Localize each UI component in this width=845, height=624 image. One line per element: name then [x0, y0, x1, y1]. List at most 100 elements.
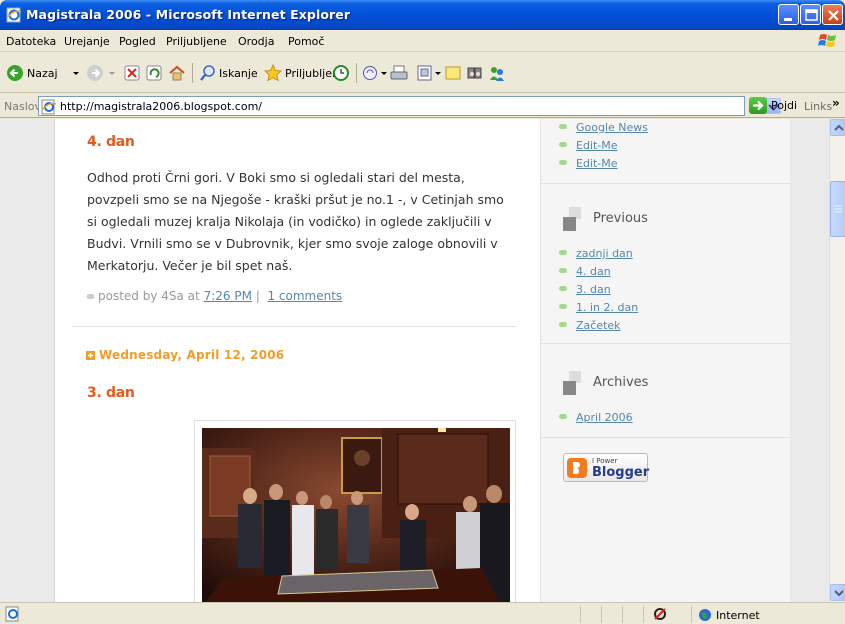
sidebar-link-google-news[interactable]: Google News	[559, 121, 648, 134]
close-icon	[828, 10, 839, 21]
links-button[interactable]: Links	[804, 100, 832, 113]
forward-button[interactable]	[86, 64, 104, 82]
sidebar-link-previous[interactable]: 4. dan	[559, 265, 611, 278]
messenger-icon	[490, 67, 504, 81]
back-button[interactable]: Nazaj	[6, 64, 58, 82]
menu-bar: Datoteka Urejanje Pogled Priljubljene Or…	[0, 30, 845, 52]
scroll-thumb[interactable]	[830, 181, 845, 237]
minimize-icon	[784, 18, 792, 21]
post-time-link[interactable]: 7:26 PM	[204, 289, 252, 303]
minimize-button[interactable]	[778, 4, 799, 25]
research-button[interactable]	[466, 64, 484, 82]
forward-dropdown[interactable]	[108, 64, 116, 82]
status-pane	[601, 606, 621, 623]
bullet-icon	[559, 142, 567, 147]
refresh-icon	[146, 65, 162, 81]
footer-bullet-icon	[87, 294, 94, 299]
ie-page-icon	[41, 99, 57, 115]
menu-priljubljene[interactable]: Priljubljene	[166, 35, 227, 48]
print-button[interactable]	[390, 64, 408, 82]
sidebar-divider	[541, 343, 790, 344]
sidebar-link-previous[interactable]: zadnji dan	[559, 247, 633, 260]
chevron-down-icon	[381, 72, 387, 75]
museum-photo-image	[202, 428, 510, 602]
menu-pomoc[interactable]: Pomoč	[288, 35, 324, 48]
chevron-down-icon	[109, 72, 115, 75]
menu-orodja[interactable]: Orodja	[238, 35, 274, 48]
bullet-icon	[559, 160, 567, 165]
status-pane	[622, 606, 642, 623]
back-dropdown[interactable]	[72, 64, 80, 82]
refresh-button[interactable]	[146, 64, 162, 82]
go-arrow-icon	[749, 97, 767, 114]
scroll-up-button[interactable]	[830, 119, 845, 136]
bullet-icon	[559, 322, 567, 327]
status-pane	[580, 606, 600, 623]
edit-page-icon	[417, 65, 432, 81]
menu-urejanje[interactable]: Urejanje	[64, 35, 110, 48]
post-title[interactable]: 3. dan	[87, 385, 135, 401]
bullet-icon	[559, 268, 567, 273]
forward-arrow-icon	[87, 65, 103, 81]
scroll-down-button[interactable]	[830, 584, 845, 601]
sidebar-divider	[541, 437, 790, 438]
sidebar-link-previous[interactable]: 3. dan	[559, 283, 611, 296]
chevron-down-icon	[73, 72, 79, 75]
menu-pogled[interactable]: Pogled	[119, 35, 156, 48]
search-icon	[200, 65, 215, 81]
address-url: http://magistrala2006.blogspot.com/	[60, 100, 262, 113]
history-icon	[333, 65, 349, 81]
chevron-up-icon	[834, 124, 844, 131]
address-input[interactable]: http://magistrala2006.blogspot.com/	[38, 96, 781, 116]
sidebar-link-edit-me[interactable]: Edit-Me	[559, 139, 618, 152]
links-chevron-icon[interactable]: »	[832, 96, 840, 110]
maximize-button[interactable]	[800, 4, 821, 25]
bullet-icon	[559, 304, 567, 309]
privacy-icon	[654, 608, 666, 620]
bullet-icon	[559, 286, 567, 291]
sidebar-link-edit-me[interactable]: Edit-Me	[559, 157, 618, 170]
powered-by-blogger-badge[interactable]: I Power Blogger	[563, 453, 649, 482]
mail-icon	[363, 66, 377, 80]
sidebar-link-archive[interactable]: April 2006	[559, 411, 633, 424]
page-viewport: 4. dan Odhod proti Črni gori. V Boki smo…	[0, 119, 829, 602]
sidebar-divider	[541, 183, 790, 184]
sidebar-link-previous[interactable]: Začetek	[559, 319, 621, 332]
window-title: Magistrala 2006 - Microsoft Internet Exp…	[26, 7, 351, 22]
heading-blocks-icon	[563, 371, 581, 395]
maximize-icon	[805, 9, 818, 21]
address-label: Naslov	[4, 100, 41, 113]
print-icon	[390, 65, 408, 80]
collapse-icon[interactable]	[86, 351, 95, 360]
home-button[interactable]	[168, 64, 186, 82]
stop-button[interactable]	[124, 64, 140, 82]
bullet-icon	[559, 250, 567, 255]
history-button[interactable]	[332, 64, 350, 82]
home-icon	[169, 65, 185, 81]
vertical-scrollbar[interactable]	[829, 119, 845, 602]
sidebar-link-previous[interactable]: 1. in 2. dan	[559, 301, 638, 314]
globe-icon	[699, 609, 711, 621]
mail-button[interactable]	[362, 64, 388, 82]
ie-page-icon	[6, 7, 22, 23]
messenger-button[interactable]	[488, 64, 506, 82]
star-icon	[264, 64, 282, 82]
go-button[interactable]: Pojdi	[749, 97, 797, 114]
research-icon	[467, 67, 482, 79]
post-title[interactable]: 4. dan	[87, 134, 135, 150]
search-button[interactable]: Iskanje	[200, 64, 258, 82]
toolbar: Nazaj Iskanje Priljubljene	[0, 53, 845, 93]
chevron-down-icon	[435, 72, 441, 75]
comments-link[interactable]: 1 comments	[267, 289, 342, 303]
close-button[interactable]	[822, 4, 843, 25]
post-photo[interactable]	[202, 428, 510, 602]
discuss-button[interactable]	[444, 64, 462, 82]
edit-button[interactable]	[416, 64, 442, 82]
status-pane	[643, 606, 691, 623]
ie-page-icon	[5, 606, 19, 622]
bullet-icon	[559, 124, 567, 129]
post-footer: posted by 4Sa at 7:26 PM | 1 comments	[87, 289, 342, 303]
status-bar: Internet	[0, 602, 845, 624]
menu-datoteka[interactable]: Datoteka	[6, 35, 56, 48]
toolbar-separator	[192, 63, 193, 83]
